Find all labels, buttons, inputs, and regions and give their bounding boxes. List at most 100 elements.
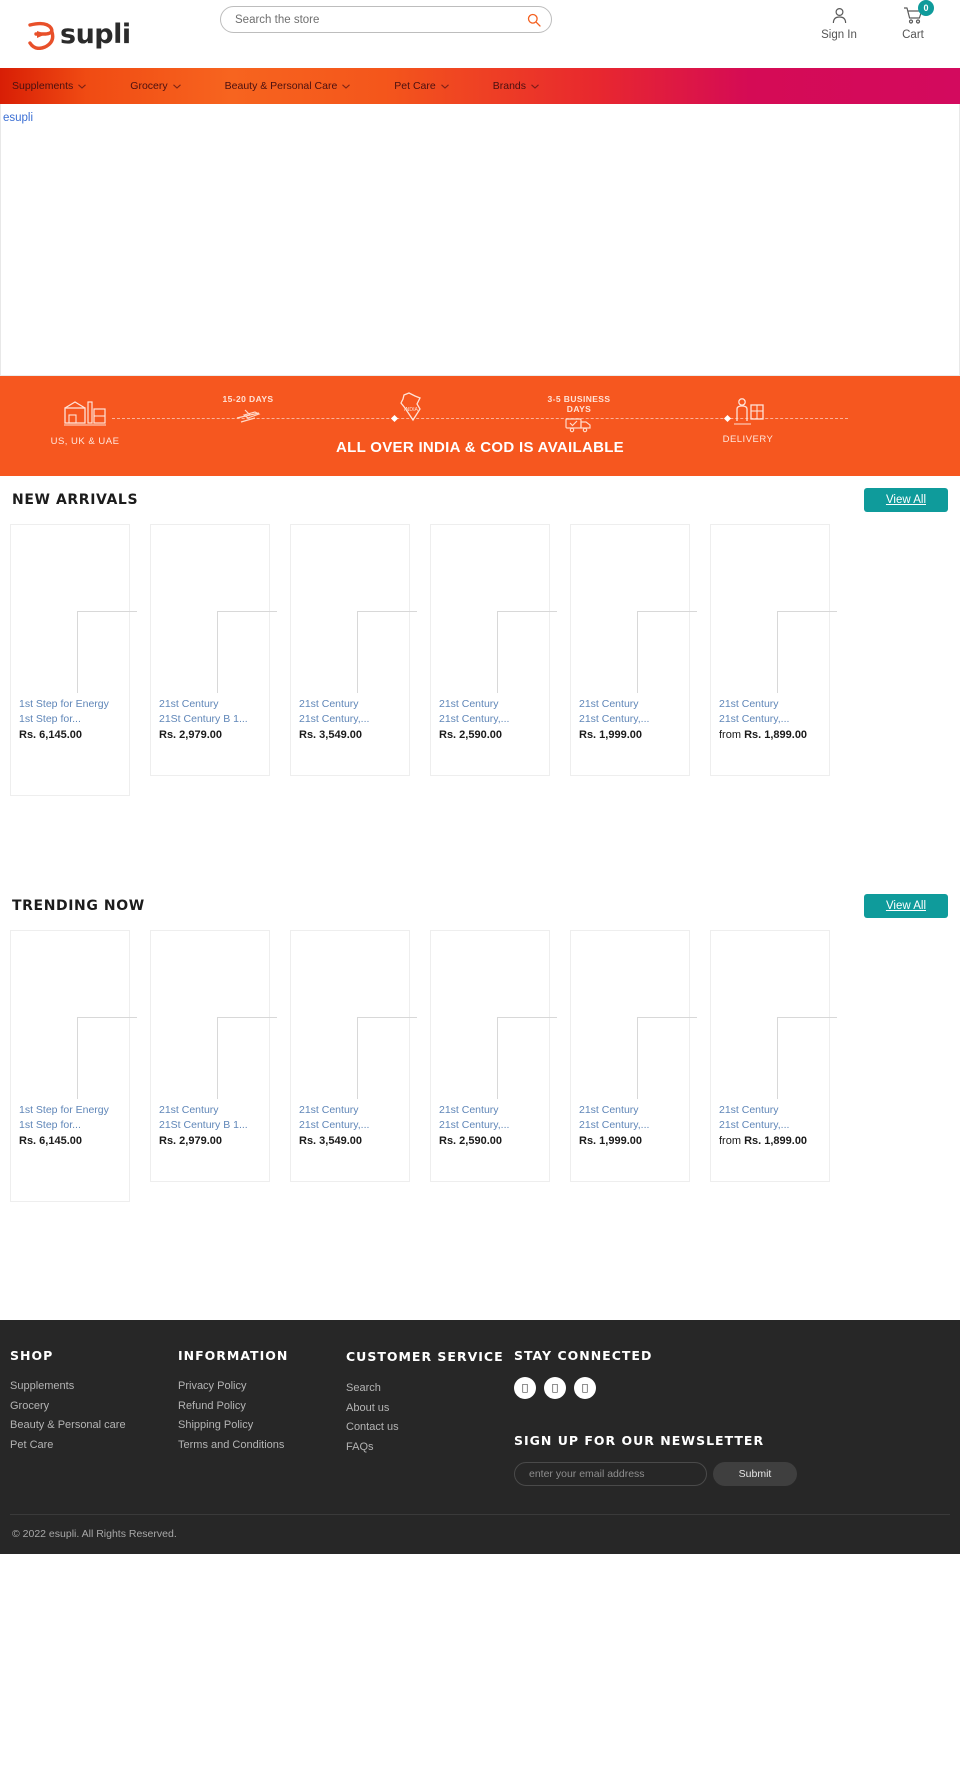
product-vendor[interactable]: 1st Step for Energy: [19, 697, 121, 712]
new-arrivals-section: NEW ARRIVALS View All 1st Step for Energ…: [0, 476, 960, 810]
instagram-icon[interactable]: : [544, 1377, 566, 1399]
product-vendor[interactable]: 21st Century: [439, 1103, 541, 1118]
footer-link-about-us[interactable]: About us: [346, 1399, 514, 1419]
footer-column-social: STAY CONNECTED    SIGN UP FOR OUR NEW…: [514, 1348, 950, 1486]
footer-spacer: [0, 1216, 960, 1320]
cart-label: Cart: [902, 29, 924, 41]
product-vendor[interactable]: 21st Century: [299, 697, 401, 712]
product-card[interactable]: 1st Step for Energy 1st Step for... Rs. …: [10, 524, 137, 796]
product-image[interactable]: [19, 533, 137, 693]
product-card[interactable]: 21st Century 21St Century B 1... Rs. 2,9…: [150, 524, 277, 776]
logo-text: supli: [60, 18, 131, 50]
footer-link-pet-care[interactable]: Pet Care: [10, 1436, 178, 1456]
product-card[interactable]: 21st Century 21st Century,... from Rs. 1…: [710, 524, 837, 776]
product-name[interactable]: 21st Century,...: [299, 1118, 401, 1133]
product-card[interactable]: 1st Step for Energy 1st Step for... Rs. …: [10, 930, 137, 1202]
product-vendor[interactable]: 21st Century: [299, 1103, 401, 1118]
product-image[interactable]: [719, 939, 837, 1099]
footer-link-contact-us[interactable]: Contact us: [346, 1418, 514, 1438]
product-vendor[interactable]: 21st Century: [159, 1103, 261, 1118]
product-vendor[interactable]: 21st Century: [579, 697, 681, 712]
shipping-info-banner: US, UK & UAE 15-20 DAYS INDIA 3-5 BUSINE…: [0, 376, 960, 476]
product-name[interactable]: 21St Century B 1...: [159, 1118, 261, 1133]
product-image[interactable]: [299, 939, 417, 1099]
product-image[interactable]: [719, 533, 837, 693]
footer-link-faqs[interactable]: FAQs: [346, 1438, 514, 1458]
nav-item-label: Grocery: [130, 80, 168, 92]
product-name[interactable]: 21st Century,...: [439, 712, 541, 727]
product-image[interactable]: [159, 533, 277, 693]
footer-link-search[interactable]: Search: [346, 1379, 514, 1399]
footer-link-grocery[interactable]: Grocery: [10, 1397, 178, 1417]
cart-button[interactable]: 0 Cart: [890, 0, 936, 41]
user-icon: [816, 4, 862, 26]
hero-banner-slideshow[interactable]: esupli: [0, 104, 960, 376]
footer-link-shipping-policy[interactable]: Shipping Policy: [178, 1416, 346, 1436]
search-icon[interactable]: [527, 13, 541, 27]
product-name[interactable]: 21st Century,...: [719, 712, 821, 727]
product-vendor[interactable]: 21st Century: [719, 1103, 821, 1118]
product-vendor[interactable]: 1st Step for Energy: [19, 1103, 121, 1118]
product-name[interactable]: 1st Step for...: [19, 1118, 121, 1133]
view-all-button[interactable]: View All: [863, 488, 948, 512]
product-vendor[interactable]: 21st Century: [159, 697, 261, 712]
nav-item-supplements[interactable]: Supplements: [10, 80, 102, 92]
product-card[interactable]: 21st Century 21st Century,... Rs. 1,999.…: [570, 524, 697, 776]
product-card[interactable]: 21st Century 21st Century,... Rs. 2,590.…: [430, 930, 557, 1182]
nav-item-pet-care[interactable]: Pet Care: [392, 80, 464, 92]
product-name[interactable]: 21st Century,...: [719, 1118, 821, 1133]
product-image[interactable]: [579, 533, 697, 693]
footer-heading-information: INFORMATION: [178, 1348, 289, 1363]
twitter-icon[interactable]: : [574, 1377, 596, 1399]
product-card[interactable]: 21st Century 21St Century B 1... Rs. 2,9…: [150, 930, 277, 1182]
sign-in-button[interactable]: Sign In: [816, 4, 862, 41]
product-card[interactable]: 21st Century 21st Century,... Rs. 3,549.…: [290, 524, 417, 776]
product-name[interactable]: 21St Century B 1...: [159, 712, 261, 727]
broken-product-image-icon: [637, 611, 697, 693]
product-name[interactable]: 21st Century,...: [579, 1118, 681, 1133]
broken-product-image-icon: [357, 1017, 417, 1099]
footer-link-supplements[interactable]: Supplements: [10, 1377, 178, 1397]
footer-link-privacy-policy[interactable]: Privacy Policy: [178, 1377, 346, 1397]
product-card[interactable]: 21st Century 21st Century,... Rs. 3,549.…: [290, 930, 417, 1182]
product-image[interactable]: [579, 939, 697, 1099]
nav-item-brands[interactable]: Brands: [491, 80, 555, 92]
product-name[interactable]: 21st Century,...: [299, 712, 401, 727]
newsletter-submit-button[interactable]: Submit: [713, 1462, 797, 1486]
product-image[interactable]: [439, 533, 557, 693]
product-card[interactable]: 21st Century 21st Century,... from Rs. 1…: [710, 930, 837, 1182]
facebook-icon[interactable]: : [514, 1377, 536, 1399]
product-name[interactable]: 21st Century,...: [439, 1118, 541, 1133]
footer-link-refund-policy[interactable]: Refund Policy: [178, 1397, 346, 1417]
footer-link-beauty-personal-care[interactable]: Beauty & Personal care: [10, 1416, 178, 1436]
product-name[interactable]: 21st Century,...: [579, 712, 681, 727]
product-vendor[interactable]: 21st Century: [579, 1103, 681, 1118]
product-vendor[interactable]: 21st Century: [439, 697, 541, 712]
cart-count-badge: 0: [918, 0, 934, 16]
copyright-notice: © 2022 esupli. All Rights Reserved.: [10, 1514, 950, 1554]
product-image[interactable]: [299, 533, 417, 693]
product-card[interactable]: 21st Century 21st Century,... Rs. 1,999.…: [570, 930, 697, 1182]
product-name[interactable]: 1st Step for...: [19, 712, 121, 727]
broken-product-image-icon: [77, 611, 137, 693]
product-image[interactable]: [19, 939, 137, 1099]
search-input[interactable]: [235, 13, 527, 26]
trending-now-section: TRENDING NOW View All 1st Step for Energ…: [0, 882, 960, 1216]
search-bar[interactable]: [220, 6, 552, 33]
logo[interactable]: supli: [26, 18, 131, 51]
footer-link-terms-and-conditions[interactable]: Terms and Conditions: [178, 1436, 346, 1456]
nav-item-grocery[interactable]: Grocery: [128, 80, 196, 92]
product-card[interactable]: 21st Century 21st Century,... Rs. 2,590.…: [430, 524, 557, 776]
product-vendor[interactable]: 21st Century: [719, 697, 821, 712]
nav-item-beauty-personal-care[interactable]: Beauty & Personal Care: [223, 80, 367, 92]
newsletter-email-input[interactable]: [514, 1462, 707, 1486]
price-value: Rs. 1,899.00: [744, 1135, 808, 1147]
view-all-button[interactable]: View All: [863, 894, 948, 918]
chevron-down-icon: [78, 80, 87, 92]
footer-heading-customer-service: CUSTOMER SERVICE: [346, 1349, 504, 1364]
price-prefix: from: [719, 1135, 745, 1147]
svg-text:INDIA: INDIA: [404, 407, 419, 413]
chevron-down-icon: [531, 80, 539, 92]
product-image[interactable]: [439, 939, 557, 1099]
product-image[interactable]: [159, 939, 277, 1099]
